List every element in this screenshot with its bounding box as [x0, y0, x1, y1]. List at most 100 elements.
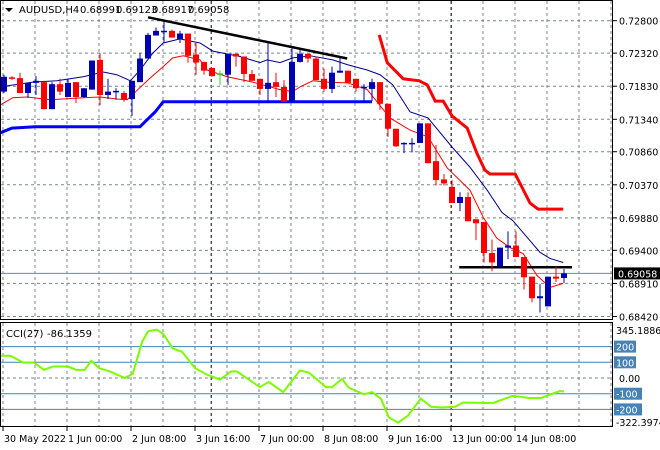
candle-body: [393, 128, 399, 147]
candle-body: [313, 58, 319, 81]
candle-body: [369, 82, 375, 89]
candle: [417, 123, 423, 143]
candle-body: [33, 80, 39, 83]
candle: [521, 257, 527, 290]
candle-body: [305, 53, 311, 59]
cci-level-label: 100: [616, 358, 634, 369]
candle-body: [521, 257, 527, 278]
candle: [361, 84, 367, 102]
candle: [33, 76, 39, 95]
candle: [385, 103, 391, 137]
candle: [353, 78, 359, 92]
candle-body: [81, 88, 87, 98]
candle: [377, 82, 383, 110]
time-tick-label: 9 Jun 16:00: [388, 434, 442, 445]
candle: [393, 128, 399, 147]
candle: [25, 82, 31, 98]
candle-body: [561, 273, 567, 278]
candle: [345, 70, 351, 83]
candle: [161, 21, 167, 43]
candle: [129, 80, 135, 116]
candle-body: [553, 276, 559, 279]
candle-body: [385, 103, 391, 129]
price-chart[interactable]: 0.72800 0.72320 0.71830 0.71340 0.70860 0.703…: [0, 0, 660, 450]
candle-body: [185, 33, 191, 56]
ma-slow: [0, 38, 564, 263]
price-tick-label: 0.70370: [619, 181, 658, 192]
candle: [57, 78, 63, 95]
candle: [473, 219, 479, 241]
candle: [209, 67, 215, 77]
candle: [289, 47, 295, 102]
candle: [297, 49, 303, 63]
candle-body: [497, 247, 503, 267]
candle: [449, 180, 455, 204]
candle: [273, 72, 279, 98]
candle-body: [1, 76, 7, 92]
price-tick-label: 0.68420: [619, 313, 658, 324]
candle: [497, 247, 503, 267]
candle-body: [49, 84, 55, 110]
candle: [9, 76, 15, 81]
candle: [305, 53, 311, 63]
candle: [249, 70, 255, 81]
price-tick-label: 0.70860: [619, 148, 658, 159]
candle: [233, 53, 239, 67]
candle-body: [465, 196, 471, 222]
candle: [401, 142, 407, 154]
candle-body: [297, 53, 303, 62]
candle-body: [337, 70, 343, 73]
candle: [41, 80, 47, 110]
candle: [105, 78, 111, 100]
candle: [73, 82, 79, 104]
candle-body: [137, 58, 143, 83]
candle: [545, 276, 551, 307]
candle-body: [169, 30, 175, 38]
candle-body: [145, 34, 151, 59]
candle-body: [513, 245, 519, 258]
price-tick-label: 0.69400: [619, 246, 658, 257]
candle-body: [177, 33, 183, 39]
candle: [81, 88, 87, 98]
dropdown-triangle-icon[interactable]: [5, 8, 13, 12]
candle-body: [209, 67, 215, 77]
candle: [17, 72, 23, 93]
price-tick-label: 0.69880: [619, 214, 658, 225]
price-tick-label: 0.72800: [619, 17, 658, 28]
current-price-label: 0.69058: [618, 269, 657, 280]
price-tick-label: 0.72320: [619, 49, 658, 60]
time-tick-label: 8 Jun 08:00: [324, 434, 378, 445]
candle: [49, 82, 55, 110]
time-tick-label: 7 Jun 00:00: [260, 434, 314, 445]
candle-body: [417, 123, 423, 143]
cci-header: CCI(27) -86.1359: [6, 329, 92, 340]
candle: [185, 33, 191, 63]
price-tick-label: 0.71340: [619, 115, 658, 126]
candle-body: [545, 276, 551, 307]
time-tick-label: 2 Jun 08:00: [132, 434, 186, 445]
candle: [321, 68, 327, 92]
cci-level-label: 200: [616, 343, 634, 354]
candle-body: [281, 86, 287, 102]
candle: [465, 192, 471, 222]
time-tick-label: 13 Jun 00:00: [452, 434, 512, 445]
candle-body: [105, 91, 111, 95]
candle: [409, 138, 415, 153]
candle-body: [441, 179, 447, 184]
candle: [89, 60, 95, 90]
candle-body: [345, 70, 351, 83]
candle-body: [265, 82, 271, 89]
price-tick-label: 0.71830: [619, 82, 658, 93]
candle: [265, 42, 271, 104]
support-line: [0, 100, 372, 135]
candle-body: [97, 59, 103, 95]
candle: [513, 231, 519, 258]
candle: [113, 88, 119, 100]
candle-body: [529, 276, 535, 299]
time-tick-label: 3 Jun 16:00: [196, 434, 250, 445]
candle: [241, 56, 247, 83]
cci-min-label: -322.3974: [616, 418, 660, 429]
candle: [441, 174, 447, 186]
candle-body: [377, 82, 383, 104]
candle: [177, 30, 183, 43]
